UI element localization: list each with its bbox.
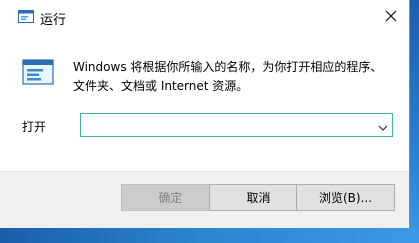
ok-button[interactable]: 确定 bbox=[121, 184, 220, 211]
close-icon[interactable] bbox=[383, 8, 399, 24]
run-program-icon bbox=[22, 59, 54, 85]
cancel-button[interactable]: 取消 bbox=[209, 184, 308, 211]
open-label: 打开 bbox=[22, 120, 47, 134]
window-title: 运行 bbox=[40, 13, 67, 28]
button-bar: 确定 取消 浏览(B)... bbox=[0, 171, 409, 228]
run-icon bbox=[18, 10, 34, 23]
desktop-wallpaper-right bbox=[409, 0, 419, 243]
run-dialog: 运行 Windows 将根据你所输入的名称，为你打开相应的程序、文件夹、文档或 … bbox=[0, 0, 410, 228]
title-bar[interactable]: 运行 bbox=[0, 0, 409, 34]
open-combobox[interactable] bbox=[80, 113, 393, 137]
desktop-wallpaper-bottom bbox=[0, 228, 419, 243]
instruction-text: Windows 将根据你所输入的名称，为你打开相应的程序、文件夹、文档或 Int… bbox=[73, 60, 383, 93]
browse-button[interactable]: 浏览(B)... bbox=[296, 184, 395, 211]
chevron-down-icon[interactable] bbox=[378, 121, 388, 131]
